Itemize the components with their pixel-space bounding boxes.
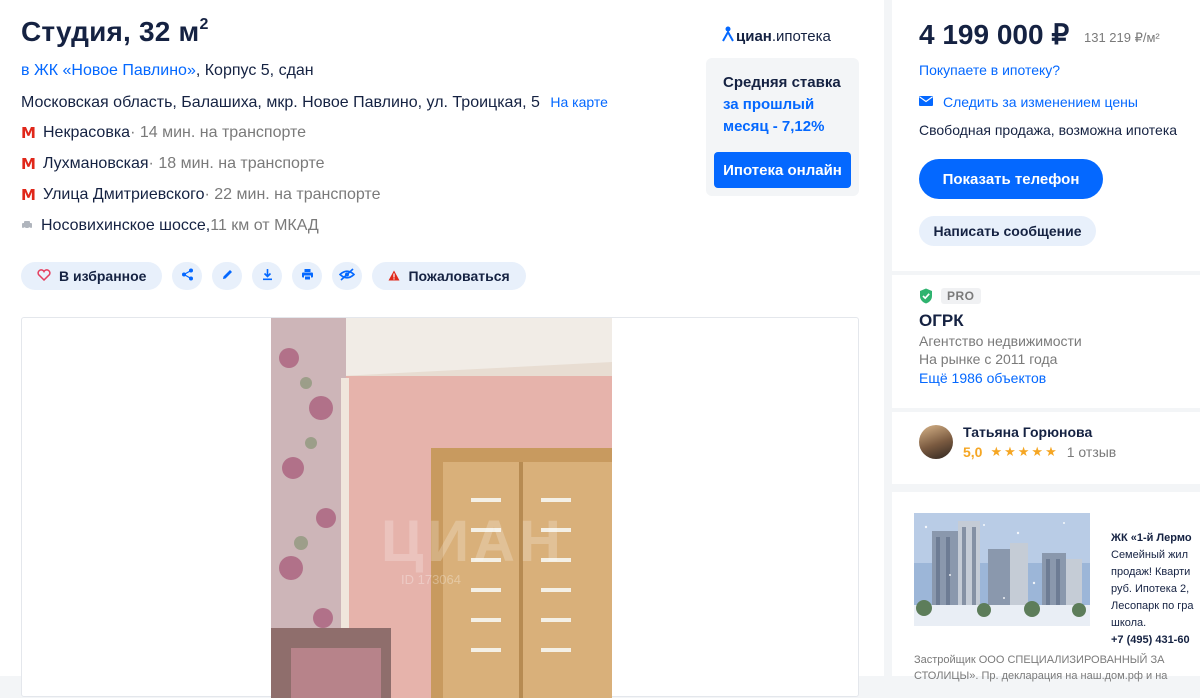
listing-photo[interactable]: ЦИАН ID 173064 (271, 318, 612, 698)
agent-name: Татьяна Горюнова (963, 424, 1093, 440)
complex-line: в ЖК «Новое Павлино», Корпус 5, сдан (21, 62, 314, 80)
page-title: Студия, 32 м2 (21, 16, 209, 47)
cian-mortgage-logo: циан .ипотека (722, 26, 831, 47)
ad-footer-line: Застройщик ООО СПЕЦИАЛИЗИРОВАННЫЙ ЗА (914, 654, 1165, 666)
favorite-button[interactable]: В избранное (21, 262, 163, 290)
ad-title: ЖК «1-й Лермо (1111, 532, 1192, 544)
metro-station: M Лухмановская · 18 мин. на транспорте (21, 155, 325, 173)
price: 4 199 000 ₽ (919, 19, 1070, 50)
download-icon (261, 268, 274, 284)
avatar (919, 425, 953, 459)
logo-main: циан (736, 28, 772, 45)
heart-icon (37, 268, 51, 284)
print-button[interactable] (292, 262, 323, 290)
metro-time: · 18 мин. на транспорте (148, 155, 325, 172)
track-price-link[interactable]: Следить за изменением цены (919, 94, 1138, 110)
mortgage-online-button[interactable]: Ипотека онлайн (714, 152, 851, 188)
metro-time: · 22 мин. на транспорте (204, 186, 381, 203)
metro-station: M Некрасовка · 14 мин. на транспорте (21, 124, 306, 142)
sidebar: 4 199 000 ₽ 131 219 ₽/м² Покупаете в ипо… (892, 0, 1200, 682)
ad-text[interactable]: ЖК «1-й Лермо Семейный жил продаж! Кварт… (1111, 530, 1200, 649)
photo-watermark: ЦИАН (381, 509, 565, 574)
price-card: 4 199 000 ₽ 131 219 ₽/м² Покупаете в ипо… (892, 0, 1200, 271)
ad-line: Лесопарк по гра (1111, 600, 1194, 612)
metro-icon: M (21, 124, 36, 142)
more-objects-link[interactable]: Ещё 1986 объектов (919, 370, 1046, 386)
rate-line: месяц - 7,12% (723, 118, 825, 135)
address-text: Московская область, Балашиха, мкр. Новое… (21, 94, 540, 111)
listing-main: Студия, 32 м2 в ЖК «Новое Павлино», Корп… (0, 0, 884, 698)
metro-station: M Улица Дмитриевского · 22 мин. на транс… (21, 186, 380, 204)
metro-icon: M (21, 186, 36, 204)
pencil-icon (221, 268, 234, 284)
highway-name: Носовихинское шоссе, (41, 217, 211, 234)
agent-info: Татьяна Горюнова 5,0 ★★★★★ 1 отзыв (963, 424, 1116, 460)
ad-footer: Застройщик ООО СПЕЦИАЛИЗИРОВАННЫЙ ЗА СТО… (914, 652, 1167, 684)
favorite-label: В избранное (59, 268, 147, 284)
verified-shield-icon (919, 288, 933, 304)
agent-rating: 5,0 ★★★★★ 1 отзыв (963, 444, 1116, 460)
photo-gallery: ЦИАН ID 173064 (21, 317, 859, 698)
metro-name[interactable]: Лухмановская (43, 155, 149, 173)
complain-button[interactable]: Пожаловаться (372, 262, 526, 290)
car-icon (21, 219, 41, 233)
warning-icon (388, 269, 400, 284)
download-button[interactable] (252, 262, 283, 290)
rating-score: 5,0 (963, 444, 983, 460)
ad-phone[interactable]: +7 (495) 431-60 (1111, 632, 1200, 649)
star-icon: ★★★★★ (990, 444, 1059, 460)
cian-logo-icon (722, 26, 734, 47)
agent[interactable]: Татьяна Горюнова 5,0 ★★★★★ 1 отзыв (919, 424, 1116, 460)
action-bar: В избранное Пожаловаться (21, 262, 526, 290)
complex-link[interactable]: в ЖК «Новое Павлино» (21, 62, 196, 79)
metro-icon: M (21, 155, 36, 173)
agency-badges: PRO (919, 288, 981, 304)
write-message-button[interactable]: Написать сообщение (919, 216, 1096, 246)
rate-line: Средняя ставка (723, 74, 841, 91)
ad-line: школа. (1111, 617, 1147, 629)
mortgage-rate-widget: Средняя ставка за прошлый месяц - 7,12% … (706, 58, 859, 196)
complex-building: , Корпус 5, сдан (195, 62, 314, 79)
track-price-label: Следить за изменением цены (943, 94, 1138, 110)
highway: Носовихинское шоссе, 11 км от МКАД (21, 217, 319, 235)
highway-distance: 11 км от МКАД (210, 217, 319, 234)
metro-name[interactable]: Некрасовка (43, 124, 130, 142)
envelope-icon (919, 95, 933, 109)
reviews-count[interactable]: 1 отзыв (1067, 444, 1117, 460)
hide-button[interactable] (332, 262, 363, 290)
address: Московская область, Балашиха, мкр. Новое… (21, 94, 608, 112)
eye-off-icon (339, 268, 356, 284)
map-link[interactable]: На карте (550, 94, 608, 110)
photo-watermark-id: ID 173064 (401, 572, 461, 587)
share-button[interactable] (172, 262, 203, 290)
show-phone-button[interactable]: Показать телефон (919, 159, 1103, 199)
ad-image[interactable] (914, 513, 1090, 626)
agency-name[interactable]: ОГРК (919, 311, 964, 331)
logo-sub: .ипотека (771, 28, 831, 45)
printer-icon (301, 268, 314, 284)
pro-badge: PRO (941, 288, 981, 304)
rate-text: Средняя ставка за прошлый месяц - 7,12% (723, 72, 841, 138)
edit-button[interactable] (212, 262, 243, 290)
ad-line: продаж! Кварти (1111, 566, 1191, 578)
ad-line: Семейный жил (1111, 549, 1188, 561)
agency-since: На рынке с 2011 года (919, 351, 1058, 367)
ad-footer-line: СТОЛИЦЫ». Пр. декларация на наш.дом.рф и… (914, 670, 1168, 682)
metro-name[interactable]: Улица Дмитриевского (43, 186, 205, 204)
share-icon (181, 268, 194, 284)
price-per-m2: 131 219 ₽/м² (1084, 30, 1160, 45)
sale-type: Свободная продажа, возможна ипотека (919, 122, 1178, 138)
ad-line: руб. Ипотека 2, (1111, 583, 1190, 595)
agency-type: Агентство недвижимости (919, 333, 1082, 349)
mortgage-link[interactable]: Покупаете в ипотеку? (919, 62, 1060, 78)
rate-line: за прошлый (723, 96, 815, 113)
metro-time: · 14 мин. на транспорте (130, 124, 307, 141)
complain-label: Пожаловаться (408, 268, 510, 284)
